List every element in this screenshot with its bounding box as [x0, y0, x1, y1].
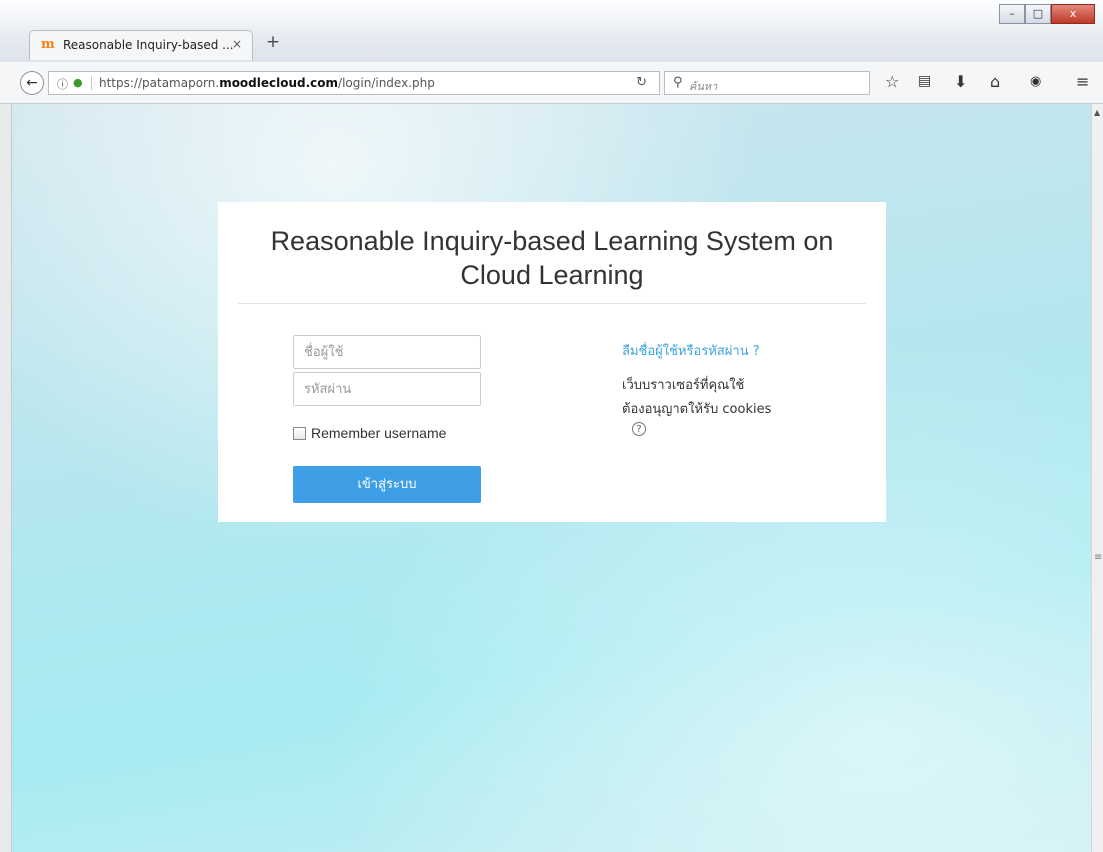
window-titlebar: m Reasonable Inquiry-based ... × + – □ x	[0, 0, 1103, 62]
help-icon[interactable]: ?	[632, 422, 646, 436]
reload-icon[interactable]: ↻	[636, 75, 647, 90]
tab-close-icon[interactable]: ×	[232, 37, 242, 51]
new-tab-button[interactable]: +	[263, 32, 283, 52]
username-input[interactable]	[293, 335, 481, 369]
remember-username[interactable]: Remember username	[293, 425, 446, 441]
cookies-notice-line2: ต้องอนุญาตให้รับ cookies	[622, 402, 772, 417]
search-bar[interactable]: ⚲ ค้นหา	[664, 71, 870, 95]
page-title: Reasonable Inquiry-based Learning System…	[270, 226, 834, 290]
login-button[interactable]: เข้าสู่ระบบ	[293, 466, 481, 503]
window-controls: – □ x	[999, 4, 1095, 24]
download-icon[interactable]: ⬇	[954, 72, 967, 91]
browser-tab[interactable]: m Reasonable Inquiry-based ... ×	[29, 30, 253, 60]
address-bar[interactable]: ⓘ ● https://patamaporn.moodlecloud.com/l…	[48, 71, 660, 95]
menu-icon[interactable]: ≡	[1076, 72, 1089, 91]
left-window-edge	[0, 104, 12, 852]
info-icon[interactable]: ⓘ	[57, 76, 68, 92]
home-icon[interactable]: ⌂	[990, 72, 1000, 91]
close-window-button[interactable]: x	[1051, 4, 1095, 24]
back-arrow-icon[interactable]: ←	[20, 71, 44, 95]
navigation-toolbar: ← ⓘ ● https://patamaporn.moodlecloud.com…	[0, 62, 1103, 104]
tab-title: Reasonable Inquiry-based ...	[63, 38, 234, 52]
bookmark-star-icon[interactable]: ☆	[885, 72, 899, 91]
reading-list-icon[interactable]: ▤	[918, 73, 931, 89]
password-input[interactable]	[293, 372, 481, 406]
pocket-icon[interactable]: ◉	[1030, 74, 1041, 89]
search-icon: ⚲	[673, 75, 683, 90]
scroll-up-arrow-icon[interactable]: ▲	[1094, 108, 1100, 117]
url-text[interactable]: https://patamaporn.moodlecloud.com/login…	[99, 76, 435, 90]
vertical-scrollbar[interactable]: ▲ ≡	[1091, 104, 1103, 852]
login-card: Reasonable Inquiry-based Learning System…	[218, 202, 886, 522]
scroll-grip-icon[interactable]: ≡	[1094, 552, 1102, 563]
forgot-password-link[interactable]: ลืมชื่อผู้ใช้หรือรหัสผ่าน ?	[622, 340, 760, 361]
lock-icon: ●	[73, 76, 83, 89]
cookies-notice-line1: เว็บบราวเซอร์ที่คุณใช้	[622, 378, 745, 393]
maximize-button[interactable]: □	[1025, 4, 1051, 24]
search-placeholder: ค้นหา	[689, 80, 718, 93]
remember-username-checkbox[interactable]	[293, 426, 306, 440]
urlbar-divider	[91, 76, 92, 90]
title-divider	[238, 303, 866, 304]
remember-username-label: Remember username	[311, 425, 447, 441]
moodle-favicon-icon: m	[41, 37, 55, 52]
minimize-button[interactable]: –	[999, 4, 1025, 24]
